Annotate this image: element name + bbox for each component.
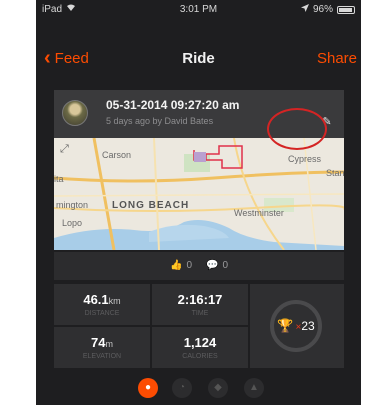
tab-overview[interactable]: ● [138, 378, 158, 398]
time-label: TIME [191, 310, 209, 317]
map-label-westminster: Westminster [234, 208, 284, 218]
share-button[interactable]: Share [317, 50, 357, 67]
map-label-carson: Carson [102, 150, 132, 160]
distance-value: 46.1 [83, 292, 109, 307]
tab-segments[interactable]: ◔ [172, 378, 192, 398]
stats-grid: 46.1km DISTANCE 2:16:17 TIME 74m ELEVATI… [54, 284, 344, 368]
page-title: Ride [182, 50, 215, 67]
kudos-button[interactable]: 👍 0 [170, 260, 192, 271]
route-map[interactable]: ⤢ Carson Cypress Stan ita mington LONG B… [54, 138, 344, 250]
map-label-ita: ita [54, 174, 64, 184]
tab-analysis[interactable]: ◆ [208, 378, 228, 398]
activity-icon: ● [144, 382, 152, 393]
avatar[interactable] [62, 100, 88, 126]
social-bar: 👍 0 💬 0 [54, 252, 344, 280]
distance-unit: km [108, 296, 121, 306]
activity-date: 05-31-2014 09:27:20 am [106, 98, 240, 112]
map-label-mington: mington [56, 200, 89, 210]
phone-screen: iPad 3:01 PM 96% ‹ Feed Ride Share 05-31… [36, 0, 361, 405]
tab-bar: ● ◔ ◆ ▲ [36, 372, 361, 405]
location-arrow-icon [300, 4, 309, 15]
time-value: 2:16:17 [177, 292, 223, 307]
expand-icon[interactable]: ⤢ [60, 143, 69, 156]
analysis-icon: ◆ [214, 382, 222, 393]
calories-label: CALORIES [182, 353, 218, 360]
map-label-long-beach: LONG BEACH [112, 200, 190, 211]
distance-label: DISTANCE [84, 310, 120, 317]
achievements-count: ×23 [295, 319, 315, 333]
kudos-count: 0 [186, 260, 192, 271]
segments-icon: ◔ [178, 382, 186, 393]
stat-distance: 46.1km DISTANCE [54, 284, 150, 325]
comments-count: 0 [222, 260, 229, 271]
stat-time: 2:16:17 TIME [152, 284, 248, 325]
trophy-icon: 🏆 [277, 318, 294, 333]
achievements-ring: 🏆 ×23 [270, 300, 322, 352]
elevation-value: 74 [91, 335, 106, 350]
elevation-label: ELEVATION [82, 353, 122, 360]
comments-button[interactable]: 💬 0 [206, 260, 228, 271]
highlight-circle [267, 108, 327, 150]
elevation-unit: m [105, 339, 113, 349]
elevation-icon: ▲ [249, 382, 259, 393]
comment-icon: 💬 [206, 260, 219, 271]
stat-calories: 1,124 CALORIES [152, 327, 248, 368]
tab-elevation[interactable]: ▲ [244, 378, 264, 398]
calories-value: 1,124 [183, 335, 217, 350]
battery-percent: 96% [312, 4, 333, 15]
thumbs-up-icon: 👍 [169, 260, 183, 271]
achievements-box[interactable]: 🏆 ×23 [250, 284, 344, 368]
status-bar: iPad 3:01 PM 96% [36, 0, 361, 20]
stat-elevation: 74m ELEVATION [54, 327, 150, 368]
map-label-stan: Stan [326, 168, 344, 178]
map-label-lopo: Lopo [62, 218, 83, 228]
map-label-cypress: Cypress [288, 154, 322, 164]
battery-icon [337, 5, 355, 14]
activity-subtitle: 5 days ago by David Bates [106, 116, 214, 126]
nav-bar: ‹ Feed Ride Share [36, 44, 361, 74]
